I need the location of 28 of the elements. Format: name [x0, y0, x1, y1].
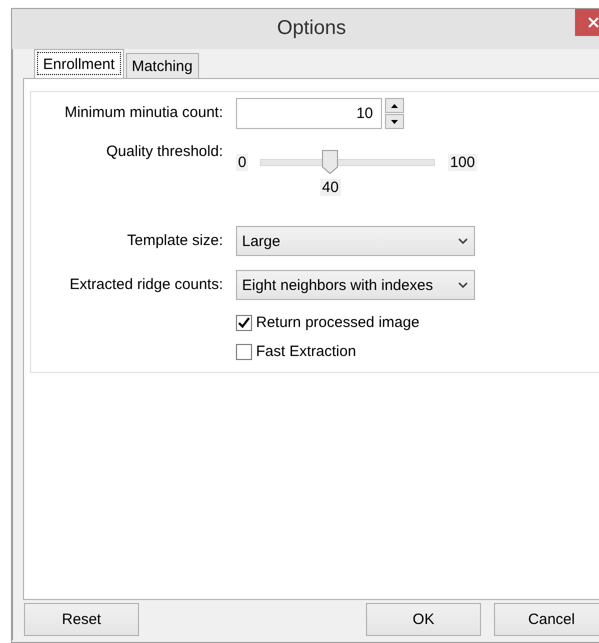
dropdown[interactable]: Large: [236, 226, 475, 256]
down-arrow-icon: [391, 120, 398, 124]
max-label: 100: [448, 154, 477, 170]
field-label: Minimum minutia count:: [64, 103, 223, 121]
tab[interactable]: Enrollment: [34, 49, 124, 78]
slider-value: 40: [320, 179, 341, 196]
dialog-button[interactable]: Reset: [24, 603, 139, 636]
min-label: 0: [236, 154, 248, 170]
chevron-down-icon: [458, 282, 468, 288]
dialog-button[interactable]: OK: [366, 603, 481, 636]
up-arrow-icon: [391, 104, 398, 108]
field-label: Quality threshold:: [105, 143, 223, 160]
field-label: Extracted ridge counts:: [68, 275, 223, 293]
checkbox[interactable]: [236, 314, 252, 330]
tab[interactable]: Matching: [126, 53, 199, 78]
field-label: Template size:: [126, 231, 223, 249]
window-title: Options: [277, 16, 346, 40]
spin-up-button[interactable]: [385, 98, 404, 113]
chevron-down-icon: [458, 238, 468, 244]
dialog-button[interactable]: Cancel: [494, 603, 599, 636]
checkbox[interactable]: [236, 344, 252, 360]
close-icon: [588, 17, 598, 28]
checkbox-label: Return processed image: [256, 314, 420, 331]
dropdown[interactable]: Eight neighbors with indexes: [236, 270, 475, 300]
number-field[interactable]: 10: [236, 98, 382, 129]
checkbox-label: Fast Extraction: [256, 343, 356, 360]
spin-down-button[interactable]: [385, 114, 404, 129]
slider-thumb[interactable]: [322, 150, 338, 174]
